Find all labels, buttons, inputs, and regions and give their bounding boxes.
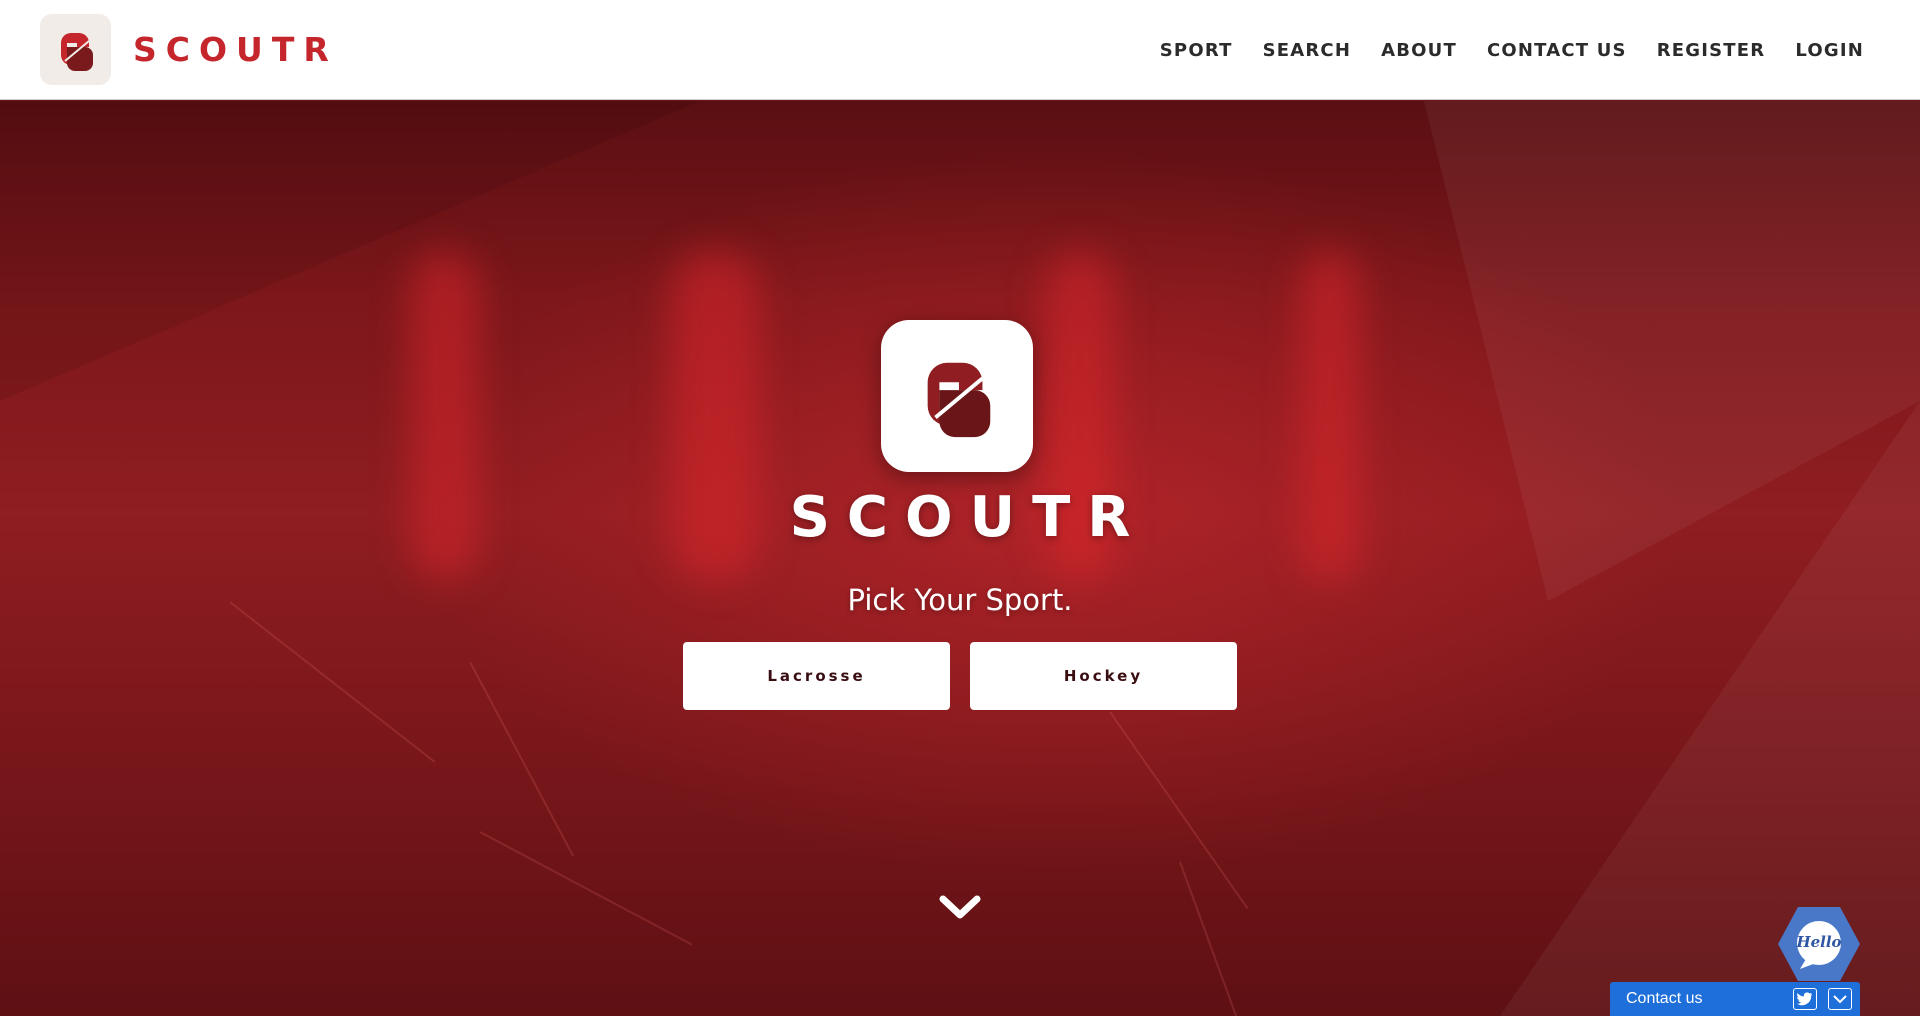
ice-scratch xyxy=(1179,861,1243,1016)
hello-label: Hello xyxy=(1796,933,1842,951)
hero-logo-icon xyxy=(881,320,1033,472)
nav-sport[interactable]: SPORT xyxy=(1160,40,1233,61)
hello-chat-widget[interactable]: Hello xyxy=(1776,905,1862,983)
nav-search[interactable]: SEARCH xyxy=(1263,40,1352,61)
ice-scratch xyxy=(229,601,436,763)
minimize-chevron-icon[interactable] xyxy=(1828,988,1852,1010)
ice-scratch xyxy=(1109,711,1249,910)
contact-us-label: Contact us xyxy=(1626,990,1703,1007)
nav-contact-us[interactable]: CONTACT US xyxy=(1487,40,1627,61)
background-facet xyxy=(0,101,700,401)
contact-us-bar[interactable]: Contact us xyxy=(1610,982,1860,1016)
nav-register[interactable]: REGISTER xyxy=(1657,40,1766,61)
brand-name: SCOUTR xyxy=(133,30,338,69)
hero-tagline: Pick Your Sport. xyxy=(847,583,1073,617)
nav-login[interactable]: LOGIN xyxy=(1795,40,1864,61)
ice-scratch xyxy=(479,831,693,946)
lacrosse-button[interactable]: Lacrosse xyxy=(683,642,950,710)
ice-scratch xyxy=(469,661,575,857)
nav-about[interactable]: ABOUT xyxy=(1381,40,1457,61)
hockey-button[interactable]: Hockey xyxy=(970,642,1237,710)
hero-wordmark: SCOUTR xyxy=(789,485,1148,550)
twitter-icon[interactable] xyxy=(1793,988,1817,1010)
scoutr-logo-icon xyxy=(40,14,111,85)
hero-section: SCOUTR Pick Your Sport. Lacrosse Hockey xyxy=(0,101,1920,1016)
brand-logo-link[interactable]: SCOUTR xyxy=(40,14,338,85)
site-header: SCOUTR SPORT SEARCH ABOUT CONTACT US REG… xyxy=(0,0,1920,100)
main-nav: SPORT SEARCH ABOUT CONTACT US REGISTER L… xyxy=(1130,0,1864,100)
chevron-down-icon[interactable] xyxy=(938,892,982,922)
